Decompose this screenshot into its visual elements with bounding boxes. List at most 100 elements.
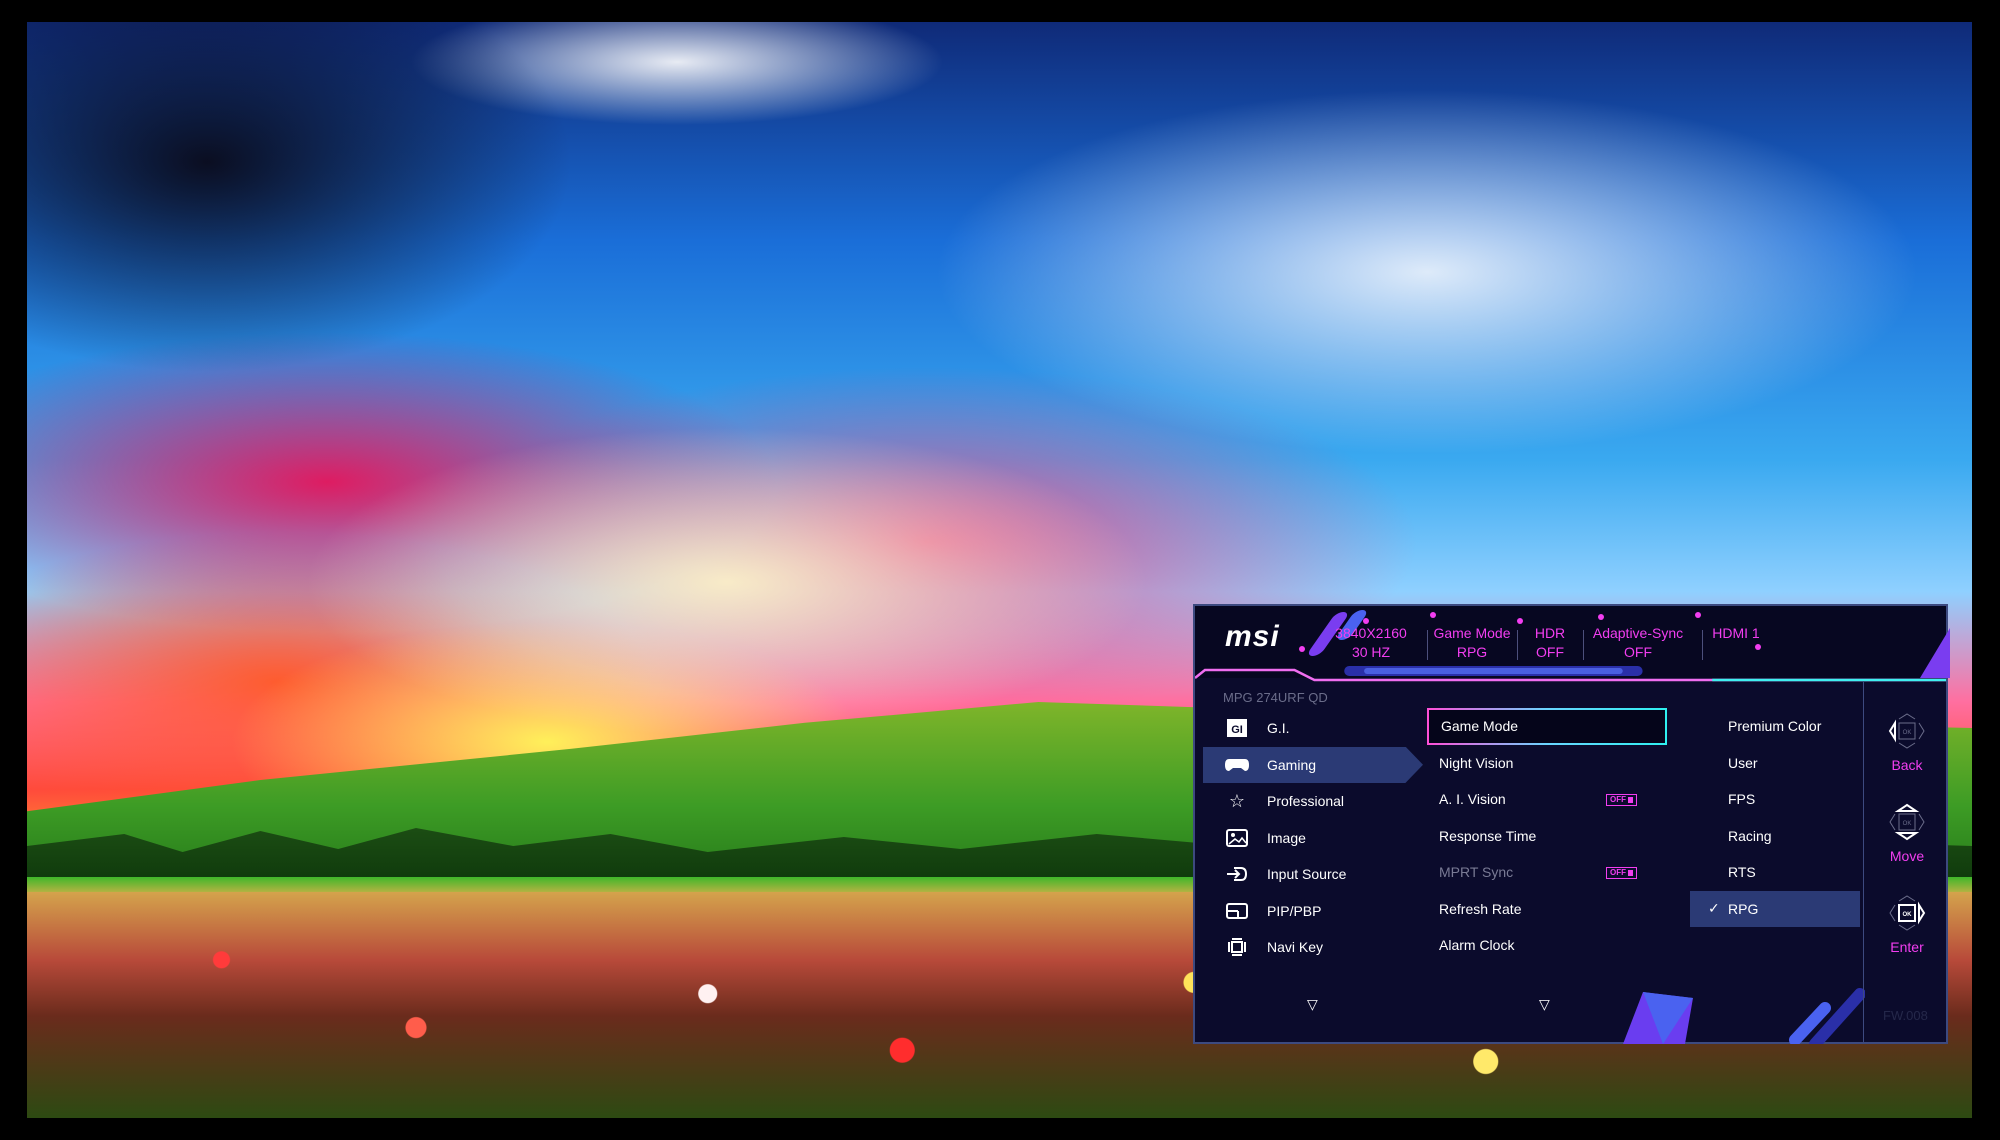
svg-text:OK: OK [1903,821,1912,827]
hint-back: OK Back [1865,711,1949,802]
status-game-mode-label: Game Mode [1433,625,1511,641]
status-refresh-value: 30 HZ [1351,644,1391,660]
option-label: A. I. Vision [1439,791,1506,808]
menu-item-label: Professional [1267,793,1345,810]
header-neon-line [1195,666,1946,682]
option-label: Alarm Clock [1439,937,1515,954]
checkmark-icon: ✓ [1708,900,1720,917]
menu-item-label: Navi Key [1267,939,1324,956]
toggle-state: OFF [1610,868,1626,877]
deco-dot [1363,618,1369,624]
status-game-mode: Game Mode RPG [1427,624,1517,662]
status-adaptive-sync-label: Adaptive-Sync [1592,625,1684,641]
status-resolution: 3840X2160 30 HZ [1331,624,1411,662]
navi-key-icon [1225,936,1249,958]
menu-item-label: Input Source [1267,866,1347,883]
options-scroll-down-icon[interactable]: ▽ [1539,996,1550,1013]
status-separator [1702,630,1703,660]
menu-item-label: G.I. [1267,720,1290,737]
control-hints: OK Back OK Move OK Enter [1865,711,1949,984]
firmware-version: FW.008 [1883,1008,1928,1023]
mode-label: User [1728,754,1758,771]
option-alarm-clock[interactable]: Alarm Clock [1427,927,1667,964]
mode-label: RTS [1728,864,1756,881]
status-hdr: HDR OFF [1517,624,1583,662]
hint-enter: OK Enter [1865,893,1949,984]
deco-dot [1695,612,1701,618]
menu-item-label: Gaming [1267,756,1317,773]
status-resolution-value: 3840X2160 [1335,625,1407,641]
option-label: Response Time [1439,827,1537,844]
mode-premium-color[interactable]: Premium Color [1690,708,1860,745]
menu-item-image[interactable]: Image [1203,820,1423,857]
toggle-knob-icon [1628,870,1633,876]
option-label: Game Mode [1441,718,1519,735]
navi-key-left-icon: OK [1888,713,1925,749]
hints-divider [1863,682,1864,1044]
main-menu-scroll-down-icon[interactable]: ▽ [1307,996,1318,1013]
input-source-icon [1225,863,1249,885]
main-menu: GI G.I. Gaming ☆ Professional Image Inpu… [1203,710,1423,966]
mode-racing[interactable]: Racing [1690,818,1860,855]
deco-dot [1755,644,1761,650]
pip-icon [1225,900,1249,922]
deco-stripes [1789,988,1865,1044]
mode-user[interactable]: User [1690,745,1860,782]
status-adaptive-sync-value: OFF [1624,644,1652,660]
option-label: Refresh Rate [1439,900,1522,917]
osd-header: msi 3840X2160 30 HZ Game Mode RPG HDR OF… [1195,606,1950,682]
status-hdr-value: OFF [1536,644,1564,660]
deco-dot [1430,612,1436,618]
menu-item-gi[interactable]: GI G.I. [1203,710,1423,747]
navi-key-up-down-icon: OK [1889,803,1925,841]
mode-label: RPG [1728,900,1759,917]
option-response-time[interactable]: Response Time [1427,818,1667,855]
image-icon [1225,827,1249,849]
gaming-options: Game Mode Night Vision A. I. Vision OFF … [1427,708,1667,964]
mode-label: Racing [1728,827,1772,844]
option-label: Night Vision [1439,754,1514,771]
deco-dot [1517,618,1523,624]
hint-label: Back [1891,757,1923,773]
menu-item-label: Image [1267,829,1306,846]
menu-item-professional[interactable]: ☆ Professional [1203,783,1423,820]
gi-icon: GI [1225,717,1249,739]
toggle-state: OFF [1610,795,1626,804]
option-mprt-sync: MPRT Sync OFF [1427,854,1667,891]
star-icon: ☆ [1228,790,1246,811]
mode-rpg[interactable]: ✓ RPG [1690,890,1860,927]
menu-item-input-source[interactable]: Input Source [1203,856,1423,893]
option-refresh-rate[interactable]: Refresh Rate [1427,891,1667,928]
status-game-mode-value: RPG [1456,644,1488,660]
hint-label: Enter [1890,939,1924,955]
svg-text:GI: GI [1231,724,1243,736]
deco-dot [1299,646,1305,652]
option-ai-vision[interactable]: A. I. Vision OFF [1427,781,1667,818]
option-game-mode[interactable]: Game Mode [1427,708,1667,745]
menu-item-navi-key[interactable]: Navi Key [1203,929,1423,966]
mprt-sync-toggle-badge: OFF [1606,867,1637,879]
mode-label: Premium Color [1728,718,1822,735]
status-input-value: HDMI 1 [1712,625,1760,641]
deco-dot [1598,614,1604,620]
svg-text:OK: OK [1903,912,1913,918]
hint-label: Move [1889,848,1925,864]
menu-item-gaming[interactable]: Gaming [1203,746,1423,783]
option-label: MPRT Sync [1439,864,1514,881]
ai-vision-toggle-badge: OFF [1606,794,1637,806]
menu-item-label: PIP/PBP [1267,902,1322,919]
menu-item-pip-pbp[interactable]: PIP/PBP [1203,893,1423,930]
hint-move: OK Move [1865,802,1949,893]
mode-rts[interactable]: RTS [1690,854,1860,891]
option-night-vision[interactable]: Night Vision [1427,745,1667,782]
navi-key-ok-icon: OK [1889,895,1926,931]
osd-menu: msi 3840X2160 30 HZ Game Mode RPG HDR OF… [1193,604,1950,1044]
status-input: HDMI 1 [1705,624,1767,643]
game-mode-options: Premium Color User FPS Racing RTS ✓ RPG [1690,708,1860,927]
gamepad-icon [1225,754,1249,776]
toggle-knob-icon [1628,797,1633,803]
mode-fps[interactable]: FPS [1690,781,1860,818]
status-adaptive-sync: Adaptive-Sync OFF [1583,624,1693,662]
model-name: MPG 274URF QD [1223,690,1328,705]
deco-polygon [1920,628,1950,678]
